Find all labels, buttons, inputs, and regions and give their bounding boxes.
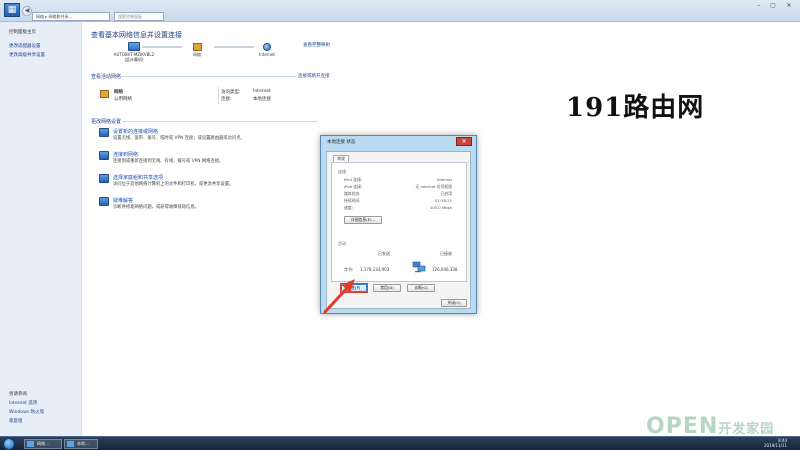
sidebar-item-home[interactable]: 控制面板主页 [9,29,36,35]
taskbar-item-label: 本地… [77,441,89,446]
speed-value: 100.0 Mbps [429,205,452,210]
homegroup-icon [99,174,109,183]
network-bench-icon [100,90,109,98]
sidebar-item-adapter-settings[interactable]: 更改适配器设置 [9,43,41,49]
active-networks-title: 查看活动网络 [91,74,122,80]
red-arrow-icon [323,279,355,314]
control-panel-icon: ▦ [4,3,20,17]
taskbar-item-network[interactable]: 网络… [24,439,62,449]
change-settings-title: 更改网络设置 [91,119,122,125]
ipv4-label: IPv4 连接: [344,177,363,182]
sent-label: 已发送 [378,251,390,256]
task-title[interactable]: 连接到网络 [113,151,138,158]
task-description: 设置无线、宽带、拨号、临时或 VPN 连接；或设置路由器或访问点。 [113,136,245,141]
full-map-link[interactable]: 查看完整映射 [303,42,330,48]
network-type-link[interactable]: 公用网络 [114,96,132,102]
address-bar[interactable]: 网络 ▸ 网络和共享… [32,12,110,21]
computer-icon [128,42,140,51]
see-also-internet-options[interactable]: Internet 选项 [9,400,37,406]
ipv6-value: 无 Internet 访问权限 [415,184,452,189]
sidebar-item-sharing-settings[interactable]: 更改高级共享设置 [9,52,45,58]
connect-disconnect-link[interactable]: 连接或断开连接 [298,73,330,79]
activity-group-label: 活动 [338,241,346,246]
connect-network-icon [99,151,109,160]
network-window-icon [27,441,34,447]
close-button[interactable]: ✕ [782,2,796,10]
see-also-firewall[interactable]: Windows 防火墙 [9,409,44,415]
search-input[interactable]: 搜索控制面板 [114,12,164,21]
dialog-title: 本地连接 状态 [327,140,356,145]
local-connection-window-icon [67,441,74,447]
connections-label: 连接: [221,97,232,102]
sidebar: 控制面板主页 更改适配器设置 更改高级共享设置 另请参阅 Internet 选项… [0,22,82,436]
diagnose-button[interactable]: 诊断(G) [407,284,435,292]
map-node-label: Internet [259,52,275,57]
access-type-value: Internet [253,89,271,94]
task-title[interactable]: 疑难解答 [113,197,133,204]
site-watermark: 191路由网 [566,93,705,123]
bytes-label: 字节: [344,267,354,272]
close-dialog-button[interactable]: 关闭(C) [441,299,467,307]
details-button[interactable]: 详细信息(E)... [344,216,382,224]
bytes-sent-value: 1,178,234,903 [360,267,390,272]
dialog-close-button[interactable]: ✕ [456,137,472,146]
media-state-value: 已启用 [440,191,452,196]
disable-button[interactable]: 禁用(D) [373,284,401,292]
divider [122,121,318,122]
task-description: 诊断并修复网络问题，或获得故障排除信息。 [113,205,199,210]
access-type-label: 访问类型: [221,90,241,95]
divider [120,76,296,77]
minimize-button[interactable]: – [752,2,766,10]
network-name: 网络 [114,90,123,95]
map-node-label: 网络 [193,52,201,57]
connection-group-label: 连接 [338,169,346,174]
map-node-internet[interactable]: Internet [252,43,282,57]
duration-label: 持续时间: [344,198,361,203]
map-connector [214,46,254,48]
received-label: 已接收 [440,251,452,256]
troubleshoot-icon [99,197,109,206]
network-house-icon [192,43,202,51]
task-title[interactable]: 选择家庭组和共享选项 [113,174,163,181]
maximize-button[interactable]: ▢ [766,2,780,10]
ipv6-label: IPv6 连接: [344,184,363,189]
new-connection-icon [99,128,109,137]
task-description: 访问位于其他网络计算机上的文件和打印机，或更改共享设置。 [113,182,234,187]
start-button[interactable] [3,438,15,450]
bytes-received-value: 126,946,338 [432,267,458,272]
speed-label: 速度: [344,205,353,210]
see-also-title: 另请参阅 [9,392,27,397]
task-description: 连接到或重新连接到无线、有线、拨号或 VPN 网络连接。 [113,159,224,164]
network-activity-icon [412,261,426,273]
map-node-sublabel: (此计算机) [124,57,144,62]
clock-date: 2019/11/11 [764,443,788,448]
taskbar-item-label: 网络… [37,441,49,446]
divider [218,87,219,104]
tab-general[interactable]: 常规 [333,155,349,162]
local-connection-link[interactable]: 本地连接 [253,96,271,102]
page-title: 查看基本网络信息并设置连接 [91,31,182,39]
ipv4-value: Internet [436,177,452,182]
back-button[interactable]: ◀ [22,6,32,16]
taskbar-item-local[interactable]: 本地… [64,439,98,449]
window-titlebar: ▦ ◀ 网络 ▸ 网络和共享… 搜索控制面板 – ▢ ✕ [0,0,800,22]
taskbar: 网络… 本地… 8:44 2019/11/11 [0,436,800,450]
media-state-label: 媒体状态: [344,191,361,196]
taskbar-clock[interactable]: 8:44 2019/11/11 [764,438,787,448]
globe-icon [263,43,271,51]
duration-value: 01:38:21 [434,198,452,203]
task-title[interactable]: 设置新的连接或网络 [113,128,158,135]
desktop: ▦ ◀ 网络 ▸ 网络和共享… 搜索控制面板 – ▢ ✕ 控制面板主页 更改适配… [0,0,800,450]
map-node-computer[interactable]: AUTOBVT-MZIKVBL2 (此计算机) [100,42,168,63]
see-also-homegroup[interactable]: 家庭组 [9,418,23,424]
brand-sub: 开发家园 [718,422,775,437]
general-panel: 连接 IPv4 连接: Internet IPv6 连接: 无 Internet… [331,162,467,282]
map-node-network[interactable]: 网络 [180,43,214,58]
